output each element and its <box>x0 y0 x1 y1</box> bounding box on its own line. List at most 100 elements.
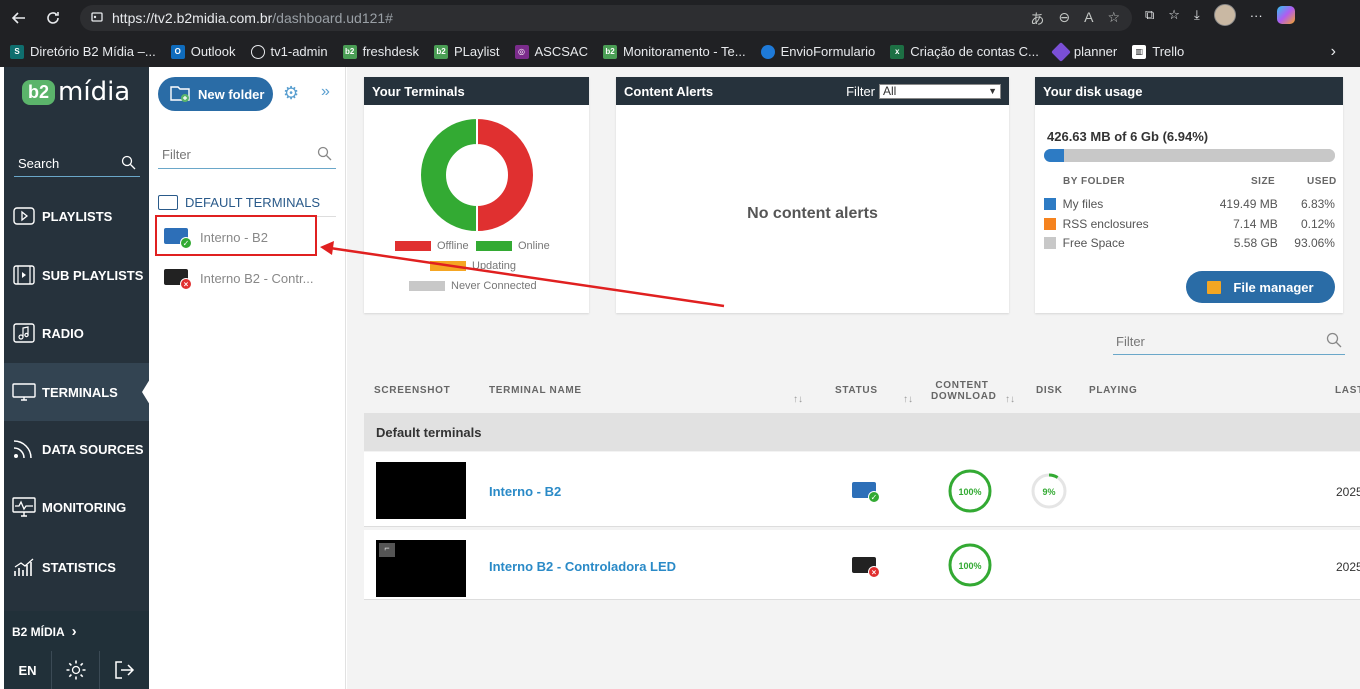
sidebar-footer: B2 MÍDIA › EN <box>4 611 149 689</box>
nav-radio[interactable]: RADIO <box>4 304 149 362</box>
play-icon <box>12 206 36 226</box>
bookmark-0[interactable]: S Diretório B2 Mídia –... <box>10 44 156 59</box>
sharepoint-icon: S <box>10 44 24 59</box>
settings-gear-icon[interactable] <box>52 651 100 689</box>
default-terminals-folder[interactable]: DEFAULT TERMINALS <box>158 189 336 217</box>
sort-icon[interactable]: ↑↓ <box>793 394 803 405</box>
monitor-offline-icon: × <box>852 557 880 578</box>
col-screenshot[interactable]: SCREENSHOT <box>374 385 450 396</box>
file-manager-button[interactable]: File manager <box>1186 271 1335 303</box>
zoom-out-icon[interactable]: ⊖ <box>1058 9 1070 29</box>
col-status[interactable]: STATUS <box>835 385 878 396</box>
table-row[interactable]: Interno - B2 ✓ 100% 9% 2025 <box>364 452 1360 527</box>
bookmark-9[interactable]: planner <box>1050 41 1117 62</box>
disk-swatch <box>1044 198 1056 210</box>
nav-monitoring[interactable]: MONITORING <box>4 478 149 536</box>
sidebar-search[interactable]: Search <box>14 151 140 177</box>
disk-usage-title: Your disk usage <box>1035 77 1343 105</box>
bookmark-3[interactable]: b2 freshdesk <box>342 44 419 59</box>
terminal-screenshot[interactable] <box>376 462 466 519</box>
search-icon <box>1326 332 1342 351</box>
outlook-icon: O <box>170 44 185 59</box>
browser-toolbar: https://tv2.b2midia.com.br/dashboard.ud1… <box>0 0 1360 36</box>
svg-text:100%: 100% <box>958 487 981 497</box>
read-aloud-icon[interactable]: A <box>1084 9 1093 29</box>
copilot-icon[interactable] <box>1276 6 1295 24</box>
chevron-right-icon: › <box>71 623 77 640</box>
bookmark-1[interactable]: O Outlook <box>170 44 236 59</box>
legend-swatch-updating <box>430 261 466 271</box>
bookmark-2[interactable]: tv1-admin <box>250 44 328 59</box>
logout-icon[interactable] <box>100 651 148 689</box>
terminals-filter-input[interactable]: Filter <box>1113 329 1345 355</box>
downloads-icon[interactable]: ⤓ <box>1194 7 1200 23</box>
more-options-icon[interactable]: ··· <box>1250 8 1263 23</box>
chevron-right-icon[interactable]: › <box>1331 43 1336 61</box>
b2-icon: b2 <box>602 44 617 59</box>
extensions-icon[interactable]: ⧉ <box>1145 7 1154 23</box>
disk-usage-ring: 9% <box>1031 473 1067 509</box>
bookmark-5[interactable]: ◎ ASCSAC <box>514 44 588 59</box>
legend-online: Online <box>476 240 550 252</box>
expand-double-chevron-icon[interactable]: » <box>321 83 330 101</box>
search-icon <box>317 146 332 164</box>
language-switch[interactable]: EN <box>4 651 52 689</box>
refresh-icon[interactable] <box>38 3 68 33</box>
bookmark-8[interactable]: x Criação de contas C... <box>890 44 1039 59</box>
folder-settings-gear-icon[interactable]: ⚙ <box>283 83 299 104</box>
legend-never: Never Connected <box>409 280 537 292</box>
col-terminal-name[interactable]: TERMINAL NAME <box>489 385 582 396</box>
terminal-screenshot[interactable]: ⌐ <box>376 540 466 597</box>
bookmark-10[interactable]: ▥ Trello <box>1132 44 1184 59</box>
org-switcher[interactable]: B2 MÍDIA › <box>12 623 77 640</box>
disk-fill-my-files <box>1044 149 1064 162</box>
sort-icon[interactable]: ↑↓ <box>903 394 913 405</box>
svg-text:9%: 9% <box>1042 487 1055 497</box>
folder-terminal-item[interactable]: × Interno B2 - Contr... <box>158 258 336 298</box>
col-disk[interactable]: DISK <box>1036 385 1063 396</box>
terminal-name-link[interactable]: Interno B2 - Controladora LED <box>489 559 676 574</box>
content-alerts-header: Content Alerts Filter All ▼ <box>616 77 1009 105</box>
site-info-icon[interactable] <box>90 10 104 27</box>
chevron-down-icon: ▼ <box>988 86 997 96</box>
alerts-filter-select[interactable]: All ▼ <box>879 83 1001 99</box>
disk-usage-card: Your disk usage 426.63 MB of 6 Gb (6.94%… <box>1035 77 1343 313</box>
folder-add-icon <box>170 84 192 105</box>
globe-icon <box>250 44 265 59</box>
nav-playlists[interactable]: PLAYLISTS <box>4 187 149 245</box>
back-icon[interactable] <box>4 3 34 33</box>
sort-icon[interactable]: ↑↓ <box>1005 394 1015 405</box>
new-folder-button[interactable]: New folder <box>158 77 273 111</box>
rss-icon <box>12 439 36 459</box>
translate-icon[interactable]: あ <box>1030 9 1044 29</box>
logo[interactable]: b2 mídia <box>22 77 130 107</box>
nav-data-sources[interactable]: DATA SOURCES <box>4 420 149 478</box>
profile-avatar[interactable] <box>1213 4 1236 26</box>
col-playing[interactable]: PLAYING <box>1089 385 1137 396</box>
bookmark-7[interactable]: EnvioFormulario <box>760 44 875 59</box>
favorites-icon[interactable]: ☆ <box>1168 7 1180 23</box>
terminal-name-link[interactable]: Interno - B2 <box>489 484 561 499</box>
nav-terminals[interactable]: TERMINALS <box>4 363 150 421</box>
url-path: /dashboard.ud121# <box>272 10 393 26</box>
b2-icon: b2 <box>433 44 448 59</box>
last-seen: 2025 <box>1336 485 1360 499</box>
group-default-terminals[interactable]: Default terminals <box>364 413 1360 451</box>
search-icon <box>121 155 136 173</box>
bookmark-6[interactable]: b2 Monitoramento - Te... <box>602 44 746 59</box>
folder-filter-input[interactable]: Filter <box>158 141 336 169</box>
no-alerts-message: No content alerts <box>747 205 878 222</box>
disk-swatch <box>1044 237 1056 249</box>
nav-sub-playlists[interactable]: SUB PLAYLISTS <box>4 246 149 304</box>
address-bar[interactable]: https://tv2.b2midia.com.br/dashboard.ud1… <box>80 5 1132 31</box>
annotation-highlight-box <box>155 215 317 256</box>
favorite-star-icon[interactable]: ☆ <box>1107 9 1120 29</box>
app-root: b2 mídia Search PLAYLISTS SUB PLAYLISTS … <box>0 67 1360 689</box>
bookmark-4[interactable]: b2 PLaylist <box>433 44 500 59</box>
nav-statistics[interactable]: STATISTICS <box>4 538 149 596</box>
ascsac-icon: ◎ <box>514 44 529 59</box>
table-row[interactable]: ⌐ Interno B2 - Controladora LED × 100% 2… <box>364 530 1360 600</box>
col-content-download[interactable]: CONTENT DOWNLOAD <box>931 380 996 402</box>
col-last[interactable]: LAST <box>1335 385 1360 396</box>
disk-usage-bar <box>1044 149 1335 162</box>
